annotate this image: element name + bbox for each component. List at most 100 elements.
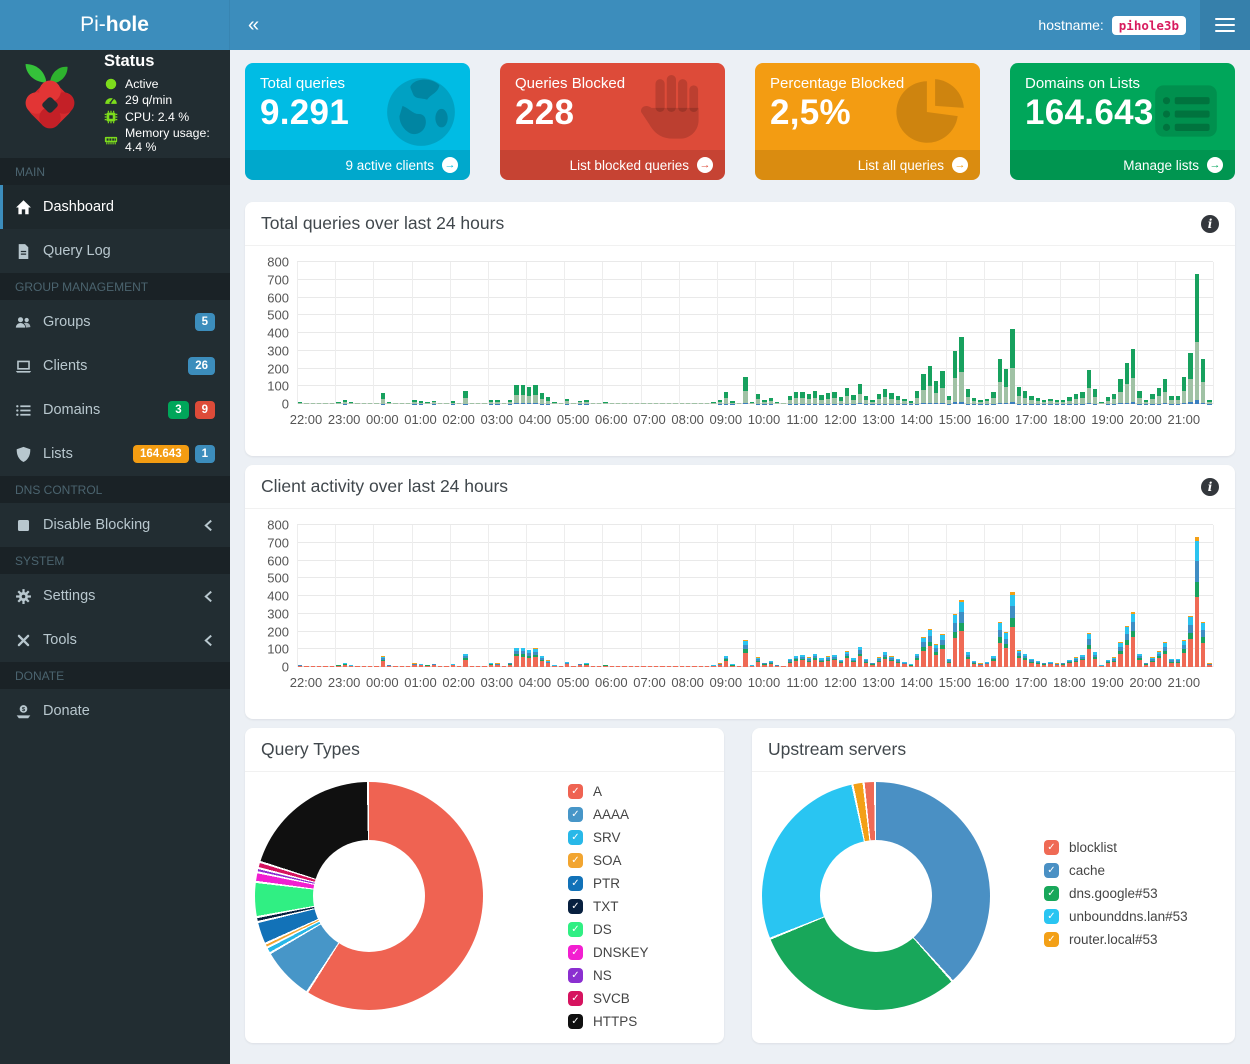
bar xyxy=(807,394,811,404)
bar xyxy=(1036,661,1040,667)
sidebar-item-clients[interactable]: Clients26 xyxy=(0,344,230,388)
bar xyxy=(1118,642,1122,667)
status-item-label: Memory usage: 4.4 % xyxy=(125,126,222,154)
sidebar-item-settings[interactable]: Settings xyxy=(0,574,230,618)
sidebar-item-disable-blocking[interactable]: Disable Blocking xyxy=(0,503,230,547)
legend-item-blocklist[interactable]: ✓blocklist xyxy=(1044,838,1188,857)
bar xyxy=(909,401,913,404)
y-axis-tick-label: 200 xyxy=(267,361,289,376)
bar xyxy=(1029,659,1033,667)
sidebar-item-donate[interactable]: $Donate xyxy=(0,689,230,733)
bar xyxy=(858,647,862,667)
sidebar-item-groups[interactable]: Groups5 xyxy=(0,300,230,344)
menu-toggle-button[interactable] xyxy=(1200,0,1250,50)
y-axis-tick-label: 100 xyxy=(267,379,289,394)
sidebar-collapse-icon[interactable]: « xyxy=(230,14,277,37)
bar xyxy=(419,401,423,404)
stat-card-footer-link[interactable]: Manage lists→ xyxy=(1010,150,1235,180)
legend-item-srv[interactable]: ✓SRV xyxy=(568,828,649,847)
legend-item-txt[interactable]: ✓TXT xyxy=(568,897,649,916)
legend-item-a[interactable]: ✓A xyxy=(568,782,649,801)
bar xyxy=(552,402,556,404)
stat-card-total-queries: Total queries9.2919 active clients→ xyxy=(245,63,470,180)
bar xyxy=(699,666,703,667)
bar xyxy=(819,395,823,404)
chevron-left-icon xyxy=(202,519,215,532)
bar xyxy=(1061,400,1065,404)
y-axis-tick-label: 600 xyxy=(267,553,289,568)
bar xyxy=(1182,640,1186,667)
legend-item-ptr[interactable]: ✓PTR xyxy=(568,874,649,893)
stop-icon xyxy=(15,517,32,534)
sidebar-item-query-log[interactable]: Query Log xyxy=(0,229,230,273)
bar xyxy=(781,666,785,667)
bar xyxy=(571,666,575,667)
bar xyxy=(769,661,773,667)
sidebar-item-lists[interactable]: Lists164.6431 xyxy=(0,432,230,476)
bar xyxy=(1163,642,1167,667)
bar xyxy=(1157,388,1161,404)
panel-upstream-servers: Upstream servers ✓blocklist✓cache✓dns.go… xyxy=(752,728,1235,1043)
bar xyxy=(444,403,448,404)
brand-logo[interactable]: Pi-hole xyxy=(0,0,230,50)
info-icon[interactable]: i xyxy=(1201,478,1219,496)
bar xyxy=(864,396,868,404)
bar xyxy=(1106,660,1110,667)
sidebar-item-domains[interactable]: Domains39 xyxy=(0,388,230,432)
bar xyxy=(1067,397,1071,404)
sidebar-item-tools[interactable]: Tools xyxy=(0,618,230,662)
legend-item-cache[interactable]: ✓cache xyxy=(1044,861,1188,880)
bar xyxy=(304,666,308,667)
legend-item-ns[interactable]: ✓NS xyxy=(568,966,649,985)
legend-item-soa[interactable]: ✓SOA xyxy=(568,851,649,870)
bar xyxy=(788,659,792,667)
stat-card-footer-link[interactable]: 9 active clients→ xyxy=(245,150,470,180)
bar xyxy=(1099,402,1103,404)
sidebar-item-dashboard[interactable]: Dashboard xyxy=(0,185,230,229)
sidebar-section-header-system: SYSTEM xyxy=(0,547,230,574)
stat-card-footer-link[interactable]: List all queries→ xyxy=(755,150,980,180)
bar xyxy=(1074,394,1078,404)
x-axis-tick-label: 06:00 xyxy=(595,412,628,427)
bar xyxy=(552,665,556,667)
bar xyxy=(298,665,302,667)
bar xyxy=(794,655,798,667)
bars-layer xyxy=(297,262,1213,404)
legend-item-ds[interactable]: ✓DS xyxy=(568,920,649,939)
bar xyxy=(1201,622,1205,667)
bar xyxy=(711,665,715,667)
x-axis-tick-label: 19:00 xyxy=(1091,412,1124,427)
legend-item-unbounddns-lan-53[interactable]: ✓unbounddns.lan#53 xyxy=(1044,907,1188,926)
info-icon[interactable]: i xyxy=(1201,215,1219,233)
bar xyxy=(1144,400,1148,404)
bar xyxy=(934,644,938,667)
bar xyxy=(508,400,512,404)
legend-item-router-local-53[interactable]: ✓router.local#53 xyxy=(1044,930,1188,949)
home-icon xyxy=(15,199,32,216)
bar xyxy=(883,652,887,667)
sidebar-item-label: Tools xyxy=(43,632,77,648)
bar xyxy=(915,391,919,404)
sidebar-item-label: Donate xyxy=(43,703,90,719)
legend-item-aaaa[interactable]: ✓AAAA xyxy=(568,805,649,824)
bar xyxy=(730,401,734,404)
bar xyxy=(978,400,982,404)
legend-item-dnskey[interactable]: ✓DNSKEY xyxy=(568,943,649,962)
sidebar-item-label: Settings xyxy=(43,588,95,604)
y-axis-tick-label: 0 xyxy=(282,660,289,675)
y-axis-tick-label: 800 xyxy=(267,255,289,270)
bar xyxy=(432,401,436,404)
bar xyxy=(1137,391,1141,404)
legend-item-https[interactable]: ✓HTTPS xyxy=(568,1012,649,1031)
x-axis-tick-label: 22:00 xyxy=(290,675,323,690)
bar xyxy=(502,403,506,404)
bar xyxy=(864,659,868,667)
bar xyxy=(597,403,601,404)
bar xyxy=(1125,626,1129,667)
bar xyxy=(546,397,550,404)
bar xyxy=(902,399,906,404)
stat-card-footer-link[interactable]: List blocked queries→ xyxy=(500,150,725,180)
stat-card-footer-label: 9 active clients xyxy=(345,158,434,173)
legend-item-svcb[interactable]: ✓SVCB xyxy=(568,989,649,1008)
legend-item-dns-google-53[interactable]: ✓dns.google#53 xyxy=(1044,884,1188,903)
